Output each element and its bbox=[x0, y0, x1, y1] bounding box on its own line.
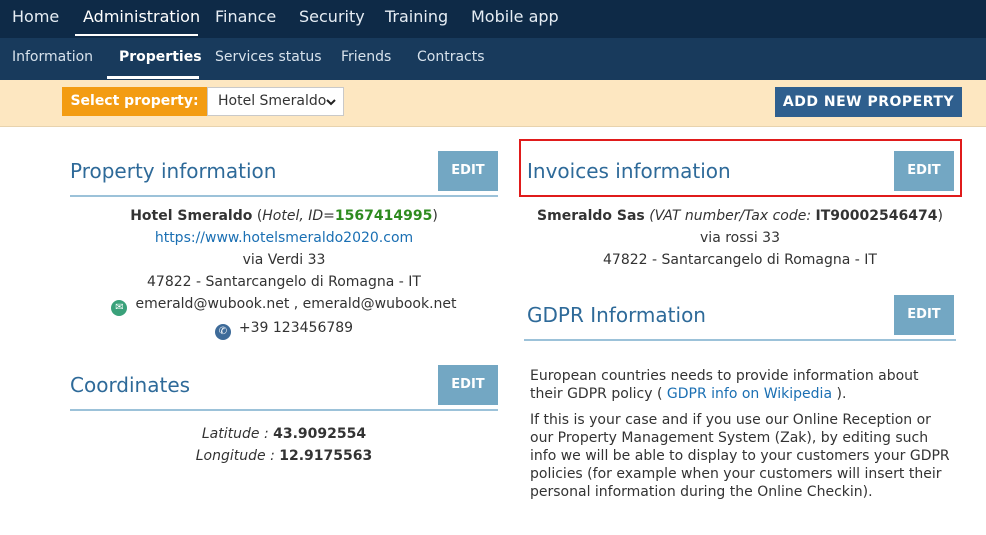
divider bbox=[70, 195, 498, 197]
invoice-address: via rossi 33 bbox=[700, 230, 780, 246]
vat-value: IT90002546474 bbox=[815, 208, 938, 224]
nav-training[interactable]: Training bbox=[385, 0, 448, 38]
edit-gdpr-info-button[interactable]: EDIT bbox=[894, 295, 954, 335]
property-phone: +39 123456789 bbox=[238, 320, 354, 336]
email-icon: ✉ bbox=[111, 300, 128, 316]
property-dropdown[interactable]: Hotel Smeraldo bbox=[207, 87, 344, 116]
active-nav-indicator bbox=[75, 34, 198, 36]
property-emails-line: ✉ emerald@wubook.net , emerald@wubook.net bbox=[70, 296, 498, 316]
sub-nav: Information Properties Services status F… bbox=[0, 38, 986, 80]
select-property-label: Select property: bbox=[62, 87, 207, 116]
top-nav: Home Administration Finance Security Tra… bbox=[0, 0, 986, 38]
tab-friends[interactable]: Friends bbox=[341, 38, 391, 80]
edit-property-info-button[interactable]: EDIT bbox=[438, 151, 498, 191]
vat-label: (VAT number/Tax code: bbox=[649, 208, 812, 224]
tab-information[interactable]: Information bbox=[12, 38, 93, 80]
property-emails: emerald@wubook.net , emerald@wubook.net bbox=[135, 296, 457, 312]
property-name-line: Hotel Smeraldo (Hotel, ID=1567414995) bbox=[70, 208, 498, 224]
add-new-property-button[interactable]: ADD NEW PROPERTY bbox=[775, 87, 962, 117]
tab-properties[interactable]: Properties bbox=[119, 38, 202, 80]
edit-coordinates-button[interactable]: EDIT bbox=[438, 365, 498, 405]
gdpr-info-title: GDPR Information bbox=[527, 303, 706, 327]
longitude-label: Longitude : bbox=[195, 448, 275, 464]
invoice-company-line: Smeraldo Sas (VAT number/Tax code: IT900… bbox=[524, 208, 956, 224]
nav-security[interactable]: Security bbox=[299, 0, 365, 38]
gdpr-paragraph-1: European countries needs to provide info… bbox=[530, 367, 950, 403]
property-name: Hotel Smeraldo bbox=[130, 208, 253, 224]
nav-finance[interactable]: Finance bbox=[215, 0, 276, 38]
gdpr-wikipedia-link[interactable]: GDPR info on Wikipedia bbox=[667, 386, 832, 402]
latitude-label: Latitude : bbox=[201, 426, 269, 442]
phone-icon: ✆ bbox=[214, 324, 231, 340]
property-id: 1567414995 bbox=[334, 208, 433, 224]
invoice-company: Smeraldo Sas bbox=[537, 208, 645, 224]
chevron-down-icon bbox=[325, 88, 337, 115]
longitude-value: 12.9175563 bbox=[279, 448, 373, 464]
property-address: via Verdi 33 bbox=[242, 252, 326, 268]
property-type: Hotel, ID= bbox=[262, 208, 335, 224]
nav-mobile-app[interactable]: Mobile app bbox=[471, 0, 559, 38]
gdpr-text-b: ). bbox=[836, 386, 847, 402]
invoice-city: 47822 - Santarcangelo di Romagna - IT bbox=[603, 252, 877, 268]
coordinates-title: Coordinates bbox=[70, 373, 191, 397]
active-tab-indicator bbox=[107, 76, 199, 79]
latitude-value: 43.9092554 bbox=[273, 426, 367, 442]
divider bbox=[70, 409, 498, 411]
gdpr-paragraph-2: If this is your case and if you use our … bbox=[530, 412, 950, 500]
property-phone-line: ✆ +39 123456789 bbox=[70, 320, 498, 340]
tab-services-status[interactable]: Services status bbox=[215, 38, 322, 80]
tab-contracts[interactable]: Contracts bbox=[417, 38, 485, 80]
highlight-box bbox=[519, 139, 962, 197]
property-info-title: Property information bbox=[70, 159, 277, 183]
divider bbox=[524, 339, 956, 341]
latitude-line: Latitude : 43.9092554 bbox=[70, 426, 498, 442]
property-dropdown-value: Hotel Smeraldo bbox=[218, 93, 327, 109]
nav-home[interactable]: Home bbox=[12, 0, 59, 38]
property-website-link[interactable]: https://www.hotelsmeraldo2020.com bbox=[70, 230, 498, 246]
paren-close: ) bbox=[937, 208, 943, 224]
nav-administration[interactable]: Administration bbox=[83, 0, 200, 38]
longitude-line: Longitude : 12.9175563 bbox=[70, 448, 498, 464]
paren-close: ) bbox=[432, 208, 438, 224]
property-city: 47822 - Santarcangelo di Romagna - IT bbox=[147, 274, 421, 290]
